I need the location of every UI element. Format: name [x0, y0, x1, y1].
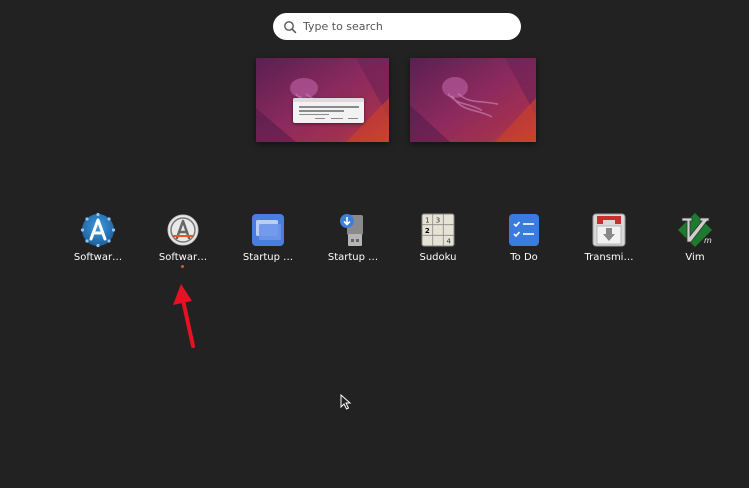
dialog-window-thumbnail — [293, 98, 364, 123]
annotation-arrow-icon — [173, 284, 195, 348]
sudoku-digit: 2 — [425, 227, 430, 235]
app-label: Softwar… — [73, 252, 123, 263]
running-indicator — [181, 265, 184, 268]
startup-disk-creator-icon — [340, 214, 363, 246]
software-store-icon — [167, 214, 199, 246]
app-startup-disk-creator[interactable]: Startup … — [310, 210, 396, 270]
app-software[interactable]: Softwar… — [140, 210, 226, 270]
wallpaper-thumbnail — [410, 58, 536, 142]
startup-applications-icon — [252, 214, 284, 246]
workspace-thumbnail-2[interactable] — [410, 58, 536, 142]
sudoku-digit: 3 — [436, 217, 440, 225]
app-label: Transmi… — [584, 252, 634, 263]
search-bar[interactable] — [273, 13, 521, 40]
app-label: Startup … — [242, 252, 294, 263]
app-label: Vim — [685, 252, 705, 263]
search-icon — [284, 21, 297, 34]
mouse-cursor-icon — [340, 394, 352, 410]
app-label: To Do — [510, 252, 538, 263]
app-startup-applications[interactable]: Startup … — [225, 210, 311, 270]
app-transmission[interactable]: Transmi… — [566, 210, 652, 270]
sudoku-digit: 1 — [425, 217, 429, 225]
software-updater-icon — [80, 212, 116, 248]
app-vim[interactable]: m Vim — [652, 210, 738, 270]
app-label: Startup … — [327, 252, 379, 263]
app-sudoku[interactable]: 1 3 2 4 Sudoku — [395, 210, 481, 270]
app-software-updater[interactable]: Softwar… — [55, 210, 141, 270]
svg-text:m: m — [704, 236, 712, 245]
app-label: Sudoku — [419, 252, 457, 263]
app-label: Softwar… — [158, 252, 208, 263]
sudoku-digit: 4 — [446, 238, 451, 246]
workspace-thumbnail-1[interactable] — [256, 58, 389, 142]
vim-icon: m — [678, 213, 712, 247]
app-to-do[interactable]: To Do — [481, 210, 567, 270]
sudoku-icon: 1 3 2 4 — [421, 213, 455, 247]
todo-icon — [509, 214, 539, 246]
search-input[interactable] — [303, 13, 508, 40]
transmission-icon — [592, 213, 626, 247]
